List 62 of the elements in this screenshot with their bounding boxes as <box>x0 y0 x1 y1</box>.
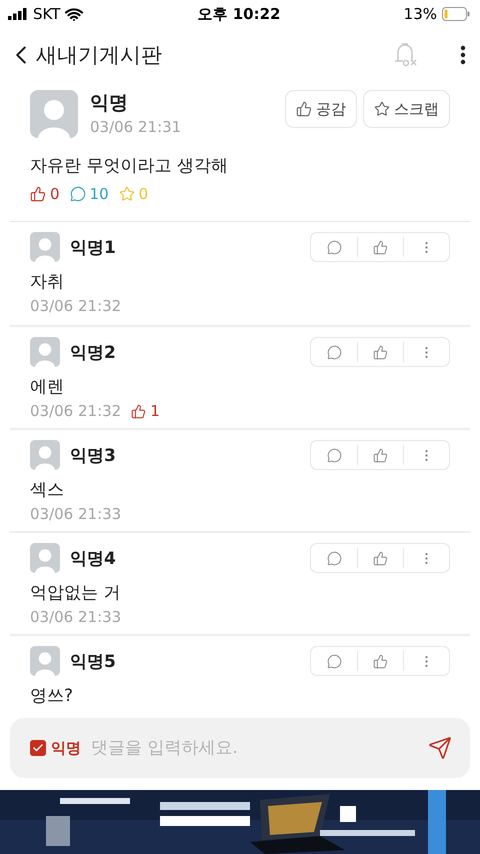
comment-body: 영쓰? <box>30 685 74 707</box>
avatar <box>30 232 60 262</box>
speech-bubble-icon <box>326 654 342 668</box>
more-icon <box>460 45 466 65</box>
clock-time: 오후 10:22 <box>198 4 280 24</box>
like-count: 1 <box>131 402 160 420</box>
comment-author: 익명1 <box>70 236 116 258</box>
comment-author: 익명4 <box>70 548 116 570</box>
check-icon <box>32 742 44 754</box>
bell-off-icon <box>392 41 418 69</box>
comment-body: 자취 <box>30 271 65 293</box>
scrap-button[interactable]: 스크랩 <box>363 90 450 128</box>
board-title: 새내기게시판 <box>36 42 163 69</box>
thumbs-up-icon <box>373 240 388 254</box>
post-author: 익명 <box>90 91 129 116</box>
star-icon <box>374 101 390 117</box>
wifi-icon <box>65 8 84 20</box>
more-button[interactable] <box>460 45 466 65</box>
anonymous-checkbox[interactable] <box>30 740 46 756</box>
post-body: 자유란 무엇이라고 생각해 <box>30 155 229 177</box>
comment-body: 섹스 <box>30 479 65 501</box>
thumbs-up-icon <box>373 344 388 360</box>
avatar <box>30 337 60 367</box>
thumbs-up-icon <box>373 654 388 668</box>
comment-time: 03/06 21:32 <box>30 297 122 315</box>
comment-author: 익명5 <box>70 650 116 672</box>
speech-bubble-icon <box>326 448 342 462</box>
speech-bubble-icon <box>70 186 86 202</box>
battery-percent: 13% <box>404 5 437 23</box>
speech-bubble-icon <box>326 240 342 254</box>
comment-count: 10 <box>70 185 109 203</box>
signal-icon <box>8 8 28 20</box>
comment-time: 03/06 21:32 <box>30 402 122 420</box>
comment-body: 에렌 <box>30 376 65 398</box>
thumbs-up-icon <box>131 404 146 418</box>
comment-field[interactable]: 익명 댓글을 입력하세요. <box>10 718 470 778</box>
avatar <box>30 90 78 138</box>
speech-bubble-icon <box>326 550 342 566</box>
thumbs-up-icon <box>30 186 46 202</box>
comment-input[interactable]: 댓글을 입력하세요. <box>89 737 420 759</box>
battery-icon <box>442 7 470 21</box>
anonymous-label: 익명 <box>51 738 81 758</box>
like-count: 0 <box>30 185 60 203</box>
carrier-name: SKT <box>33 5 60 23</box>
post-time: 03/06 21:31 <box>90 118 182 136</box>
star-icon <box>118 186 135 202</box>
avatar <box>30 440 60 470</box>
comment-body: 억압없는 거 <box>30 582 122 604</box>
comment-author: 익명2 <box>70 342 116 364</box>
comment-author: 익명3 <box>70 444 116 466</box>
thumbs-up-icon <box>373 550 388 566</box>
thumbs-up-icon <box>373 448 388 462</box>
comment-time: 03/06 21:33 <box>30 505 122 523</box>
like-button[interactable]: 공감 <box>285 90 357 128</box>
send-button[interactable] <box>428 736 452 760</box>
avatar <box>30 543 60 573</box>
speech-bubble-icon <box>326 344 342 360</box>
thumbs-up-icon <box>296 101 312 117</box>
scrap-count: 0 <box>118 185 148 203</box>
avatar <box>30 646 60 676</box>
comment-time: 03/06 21:33 <box>30 608 122 626</box>
send-icon <box>428 736 452 760</box>
